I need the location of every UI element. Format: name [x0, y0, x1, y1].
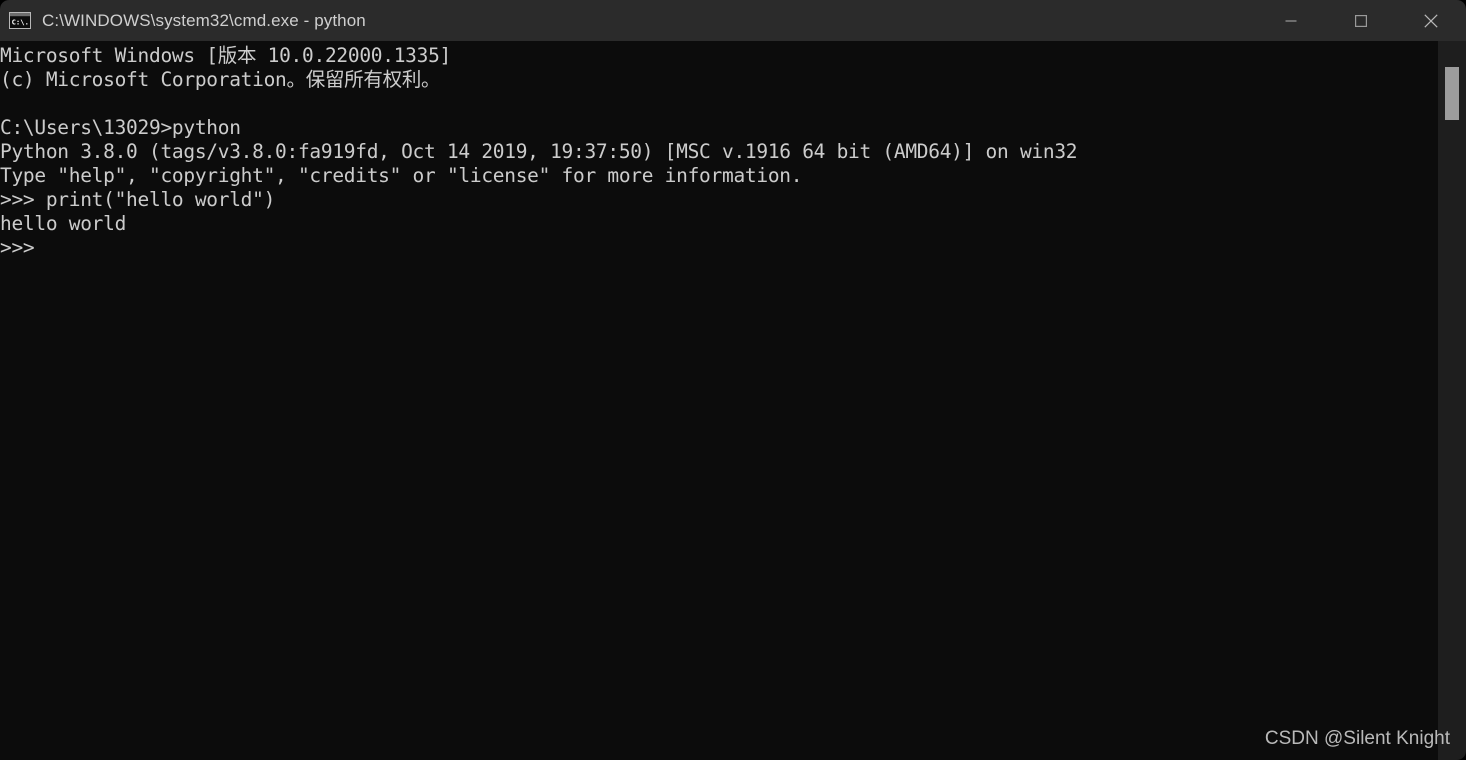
console-line: >>>	[0, 236, 35, 259]
minimize-icon	[1285, 15, 1297, 27]
maximize-button[interactable]	[1326, 0, 1396, 41]
title-bar-left: C:\. C:\WINDOWS\system32\cmd.exe - pytho…	[0, 0, 1256, 41]
console-line: Python 3.8.0 (tags/v3.8.0:fa919fd, Oct 1…	[0, 140, 1078, 163]
console-line: Type "help", "copyright", "credits" or "…	[0, 164, 803, 187]
cmd-prompt-icon: C:\.	[9, 12, 31, 29]
console-line: C:\Users\13029>python	[0, 116, 241, 139]
console-output-area[interactable]: Microsoft Windows [版本 10.0.22000.1335] (c…	[0, 41, 1438, 760]
minimize-button[interactable]	[1256, 0, 1326, 41]
close-icon	[1424, 13, 1438, 28]
maximize-icon	[1355, 14, 1367, 27]
vertical-scrollbar[interactable]	[1438, 41, 1466, 760]
close-button[interactable]	[1396, 0, 1466, 41]
console-line: hello world	[0, 212, 127, 235]
window-title: C:\WINDOWS\system32\cmd.exe - python	[42, 10, 366, 30]
title-bar[interactable]: C:\. C:\WINDOWS\system32\cmd.exe - pytho…	[0, 0, 1466, 41]
window-controls	[1256, 0, 1466, 41]
console-text: Microsoft Windows [版本 10.0.22000.1335] (c…	[0, 41, 1438, 260]
svg-text:C:\.: C:\.	[12, 18, 29, 27]
scrollbar-thumb[interactable]	[1445, 67, 1459, 120]
console-line: Microsoft Windows [版本 10.0.22000.1335]	[0, 44, 451, 67]
cmd-window: C:\. C:\WINDOWS\system32\cmd.exe - pytho…	[0, 0, 1466, 760]
console-line: (c) Microsoft Corporation。保留所有权利。	[0, 68, 441, 91]
console-line: >>> print("hello world")	[0, 188, 276, 211]
